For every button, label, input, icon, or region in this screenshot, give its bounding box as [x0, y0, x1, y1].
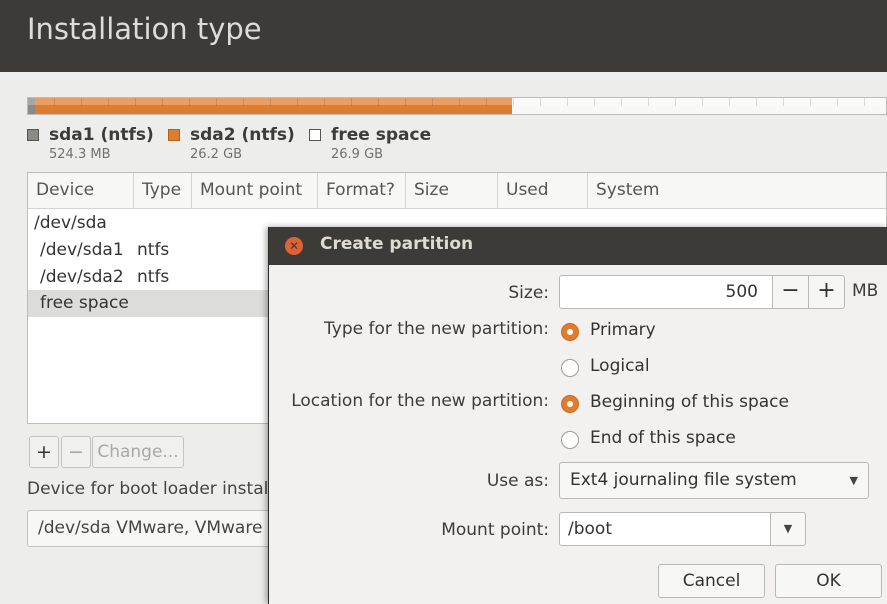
- table-header: Device Type Mount point Format? Size Use…: [28, 173, 886, 209]
- change-partition-button[interactable]: Change...: [92, 436, 184, 468]
- create-partition-dialog: ✕ Create partition Size: 500 − + MB Type…: [268, 227, 887, 604]
- radio-label: Beginning of this space: [590, 392, 789, 412]
- close-icon[interactable]: ✕: [285, 237, 303, 255]
- disk-bar-ticks: [28, 98, 886, 106]
- mount-point-dropdown-button[interactable]: ▼: [770, 512, 806, 546]
- legend-size: 26.9 GB: [331, 147, 384, 162]
- column-header-mount-point[interactable]: Mount point: [192, 173, 318, 208]
- size-decrement-button[interactable]: −: [772, 275, 809, 309]
- radio-label: Logical: [590, 356, 650, 376]
- add-partition-button[interactable]: +: [29, 436, 59, 468]
- use-as-select[interactable]: Ext4 journaling file system ▼: [559, 462, 869, 499]
- remove-partition-button[interactable]: −: [61, 436, 91, 468]
- legend-name: sda1 (ntfs): [49, 125, 154, 145]
- use-as-label: Use as:: [486, 471, 549, 491]
- column-header-format[interactable]: Format?: [318, 173, 406, 208]
- radio-unchecked-icon: [561, 359, 579, 377]
- cancel-button[interactable]: Cancel: [658, 564, 765, 598]
- dialog-title: Create partition: [320, 234, 474, 254]
- disk-usage-bar: [27, 97, 887, 115]
- legend-swatch-free: [309, 129, 321, 141]
- bootloader-device-select[interactable]: /dev/sda VMware, VMware Virtual S: [27, 510, 277, 547]
- size-increment-button[interactable]: +: [808, 275, 845, 309]
- radio-label: Primary: [590, 320, 656, 340]
- legend-name: sda2 (ntfs): [190, 125, 295, 145]
- radio-unchecked-icon: [561, 431, 579, 449]
- radio-checked-icon: [561, 323, 579, 341]
- column-header-device[interactable]: Device: [28, 173, 134, 208]
- column-header-used[interactable]: Used: [498, 173, 588, 208]
- dialog-titlebar: ✕ Create partition: [269, 227, 887, 265]
- use-as-value: Ext4 journaling file system: [570, 470, 797, 490]
- column-header-system[interactable]: System: [588, 173, 886, 208]
- partition-location-label: Location for the new partition:: [291, 391, 549, 411]
- partition-type-label: Type for the new partition:: [324, 319, 549, 339]
- chevron-down-icon: ▼: [783, 522, 793, 535]
- row-device: /dev/sda: [34, 213, 107, 233]
- row-type: ntfs: [137, 267, 170, 287]
- row-type: ntfs: [137, 240, 170, 260]
- legend-swatch-sda2: [168, 129, 180, 141]
- size-label: Size:: [508, 283, 549, 303]
- row-device: free space: [40, 293, 129, 313]
- size-input[interactable]: 500: [559, 275, 773, 309]
- ok-button[interactable]: OK: [775, 564, 882, 598]
- size-unit: MB: [852, 281, 879, 301]
- column-header-size[interactable]: Size: [406, 173, 498, 208]
- radio-label: End of this space: [590, 428, 736, 448]
- legend-size: 26.2 GB: [190, 147, 243, 162]
- row-device: /dev/sda1: [40, 240, 124, 260]
- legend-name: free space: [331, 125, 432, 145]
- legend-size: 524.3 MB: [49, 147, 111, 162]
- mount-point-label: Mount point:: [441, 520, 549, 540]
- window-titlebar: Installation type: [0, 0, 887, 72]
- legend-swatch-sda1: [27, 129, 39, 141]
- page-title: Installation type: [27, 12, 262, 46]
- row-device: /dev/sda2: [40, 267, 124, 287]
- column-header-type[interactable]: Type: [134, 173, 192, 208]
- chevron-down-icon: ▼: [849, 474, 858, 487]
- mount-point-input[interactable]: /boot: [559, 512, 771, 546]
- bootloader-label: Device for boot loader installation:: [27, 479, 277, 499]
- radio-checked-icon: [561, 395, 579, 413]
